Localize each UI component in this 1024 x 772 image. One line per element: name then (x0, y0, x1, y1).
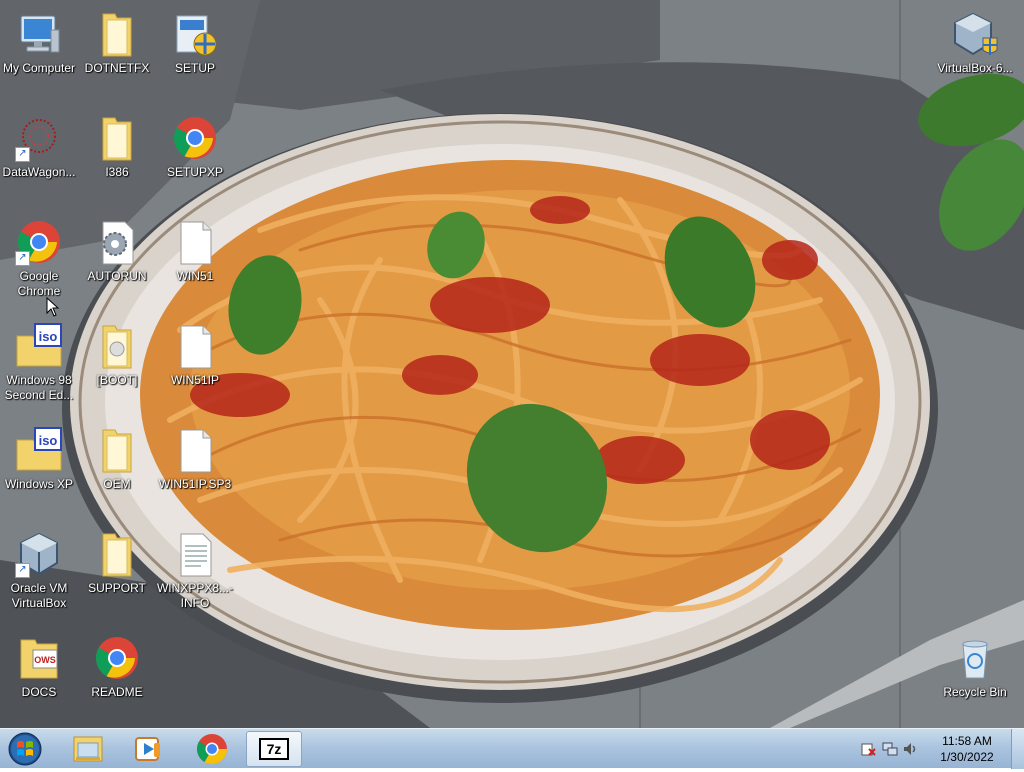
desktop-icon-label: README (91, 685, 143, 699)
desktop-icon-label: SETUPXP (166, 165, 223, 179)
desktop-icon-label: VirtualBox-6... (937, 61, 1013, 75)
file-icon (171, 218, 219, 266)
taskbar-file-explorer[interactable] (64, 731, 112, 767)
action-center-icon[interactable] (860, 741, 876, 757)
desktop-icon-windows-xp[interactable]: iso Windows XP (0, 420, 78, 516)
taskbar: 7z 11:58 AM 1/30/2022 (0, 728, 1024, 769)
setup-icon (171, 10, 219, 58)
desktop-icon-label: Google Chrome (17, 269, 61, 298)
iso-icon: iso (15, 426, 63, 474)
svg-text:OWS: OWS (34, 655, 56, 665)
folder-icon: OWS (15, 634, 63, 682)
desktop-icon-label: DataWagon... (2, 165, 76, 179)
desktop-icon-label: OEM (103, 477, 131, 491)
desktop-icon-label: I386 (105, 165, 129, 179)
show-desktop-button[interactable] (1011, 729, 1024, 769)
file-explorer-icon (73, 736, 103, 762)
desktop-icon-win51ip-sp3[interactable]: WIN51IP.SP3 (156, 420, 234, 516)
chrome-icon (93, 634, 141, 682)
desktop-icon-label: AUTORUN (87, 269, 147, 283)
desktop-icon-label: [BOOT] (96, 373, 138, 387)
svg-text:iso: iso (39, 433, 58, 448)
folder-icon (93, 426, 141, 474)
desktop-icon-windows-98[interactable]: iso Windows 98 Second Ed... (0, 316, 78, 412)
iso-icon: iso (15, 322, 63, 370)
desktop-icon-win51[interactable]: WIN51 (156, 212, 234, 308)
shortcut-arrow-icon: ↗ (15, 563, 30, 578)
shortcut-arrow-icon: ↗ (15, 251, 30, 266)
recycle-bin-icon (951, 634, 999, 682)
clock[interactable]: 11:58 AM 1/30/2022 (932, 733, 1002, 765)
shortcut-arrow-icon: ↗ (15, 147, 30, 162)
taskbar-7zip[interactable]: 7z (246, 731, 302, 767)
virtualbox-icon: ↗ (15, 530, 63, 578)
desktop-icon-label: WINXPPX8...- INFO (156, 581, 233, 610)
computer-icon (15, 10, 63, 58)
clock-date: 1/30/2022 (940, 750, 994, 764)
taskbar-media-player[interactable] (124, 731, 172, 767)
desktop-icon-label: Windows XP (4, 477, 74, 491)
desktop-icon-label: WIN51 (176, 269, 214, 283)
svg-text:iso: iso (39, 329, 58, 344)
taskbar-chrome[interactable] (188, 731, 236, 767)
desktop-icon-google-chrome[interactable]: ↗ Google Chrome (0, 212, 78, 308)
desktop-icon-readme[interactable]: README (78, 628, 156, 724)
desktop-icon-win51ip[interactable]: WIN51IP (156, 316, 234, 412)
desktop-icon-label: WIN51IP (170, 373, 219, 387)
volume-icon[interactable] (902, 741, 918, 757)
desktop-icon-recycle-bin[interactable]: Recycle Bin (936, 628, 1014, 724)
file-icon (171, 426, 219, 474)
datawagon-icon: ↗ (15, 114, 63, 162)
desktop-icon-my-computer[interactable]: My Computer (0, 4, 78, 100)
desktop-icon-oem[interactable]: OEM (78, 420, 156, 516)
settings-file-icon (93, 218, 141, 266)
desktop-icon-support[interactable]: SUPPORT (78, 524, 156, 620)
folder-icon (93, 10, 141, 58)
desktop-icon-setupxp[interactable]: SETUPXP (156, 108, 234, 204)
desktop-icon-label: SETUP (174, 61, 215, 75)
folder-icon (93, 114, 141, 162)
desktop-icon-datawagon[interactable]: ↗ DataWagon... (0, 108, 78, 204)
folder-icon (93, 530, 141, 578)
virtualbox-installer-icon (951, 10, 999, 58)
text-file-icon (171, 530, 219, 578)
start-button[interactable] (6, 731, 44, 767)
desktop-icon-label: My Computer (2, 61, 76, 75)
folder-icon (93, 322, 141, 370)
desktop-icon-oracle-vm-virtualbox[interactable]: ↗ Oracle VM VirtualBox (0, 524, 78, 620)
desktop-icon-label: DOCS (21, 685, 57, 699)
desktop-icon-virtualbox-installer[interactable]: VirtualBox-6... (936, 4, 1014, 100)
desktop-icon-label: SUPPORT (88, 581, 146, 595)
chrome-icon (196, 734, 227, 765)
7zip-label: 7z (266, 741, 282, 757)
desktop-icon-label: Recycle Bin (943, 685, 1007, 699)
clock-time: 11:58 AM (942, 734, 992, 748)
desktop-icon-label: Oracle VM VirtualBox (10, 581, 68, 610)
mouse-cursor-icon (46, 297, 60, 317)
desktop-icon-winxppx8-info[interactable]: WINXPPX8...- INFO (156, 524, 234, 620)
media-player-icon (135, 737, 160, 761)
network-icon[interactable] (882, 741, 898, 757)
desktop-icon-label: WIN51IP.SP3 (158, 477, 232, 491)
desktop-icon-i386[interactable]: I386 (78, 108, 156, 204)
desktop-icon-label: Windows 98 Second Ed... (4, 373, 74, 402)
desktop-icon-autorun[interactable]: AUTORUN (78, 212, 156, 308)
desktop-icon-label: DOTNETFX (84, 61, 150, 75)
start-orb-icon (8, 732, 42, 766)
chrome-icon: ↗ (15, 218, 63, 266)
chrome-icon (171, 114, 219, 162)
desktop-icon-docs[interactable]: OWS DOCS (0, 628, 78, 724)
file-icon (171, 322, 219, 370)
desktop-icon-dotnetfx[interactable]: DOTNETFX (78, 4, 156, 100)
system-tray: 11:58 AM 1/30/2022 (854, 729, 1024, 769)
7zip-icon: 7z (259, 738, 289, 760)
desktop-icon-setup[interactable]: SETUP (156, 4, 234, 100)
desktop-icon-boot[interactable]: [BOOT] (78, 316, 156, 412)
